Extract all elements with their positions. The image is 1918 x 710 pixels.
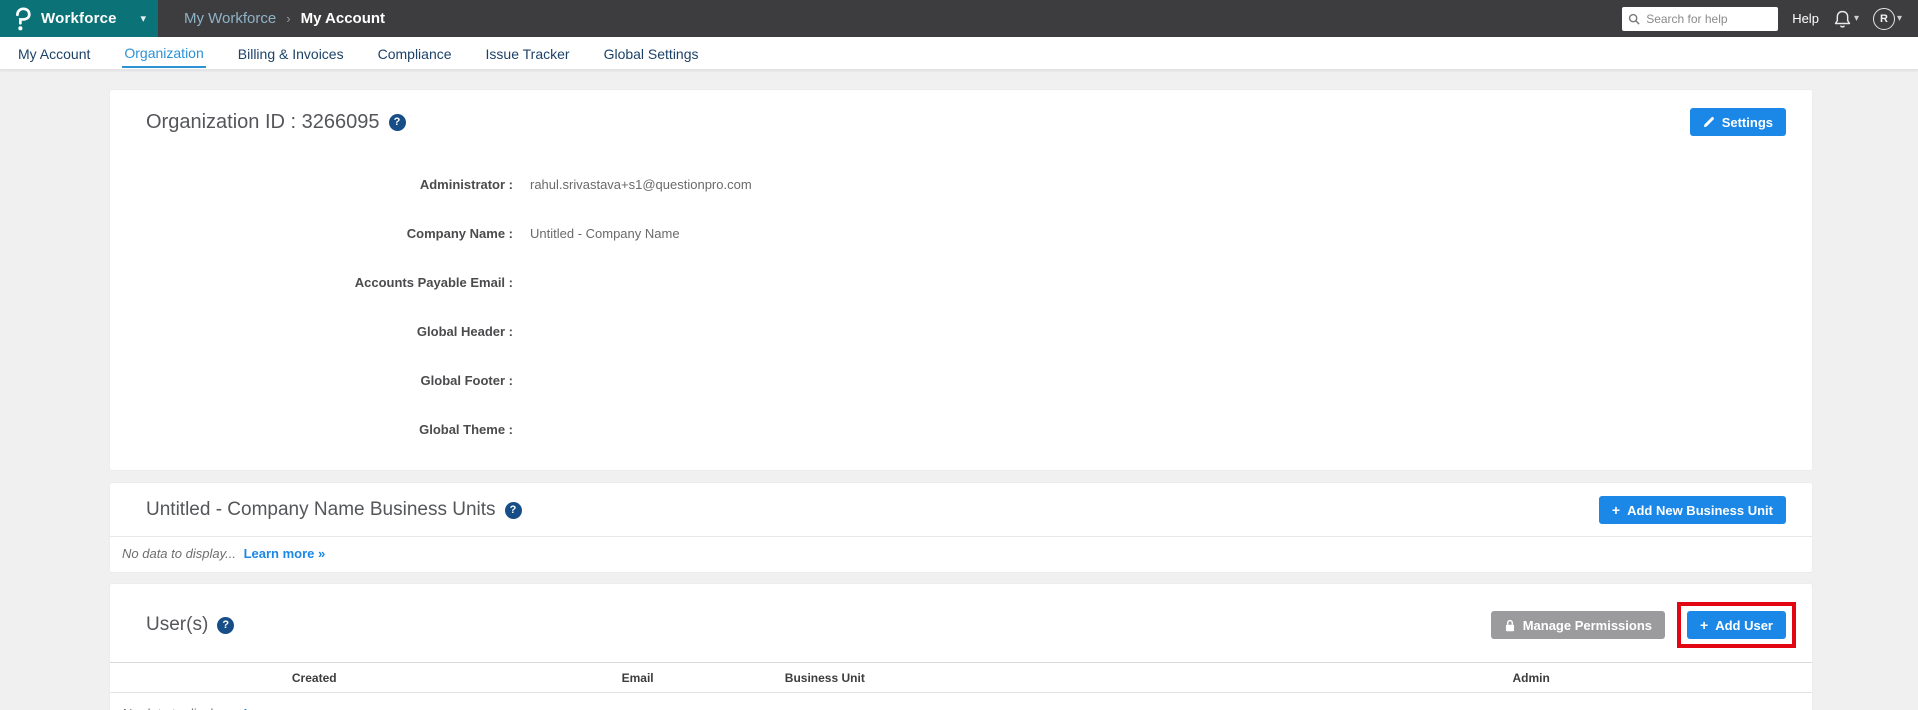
breadcrumb-parent[interactable]: My Workforce (184, 10, 276, 27)
annotation-highlight-box: + Add User (1677, 602, 1796, 648)
field-label: Accounts Payable Email : (354, 275, 513, 290)
tab-billing-invoices[interactable]: Billing & Invoices (236, 39, 346, 67)
organization-title: Organization ID : 3266095 (146, 110, 380, 133)
column-header-email: Email (621, 670, 654, 685)
product-switcher[interactable]: Workforce ▾ (0, 0, 158, 37)
organization-card: Organization ID : 3266095 ? Settings Adm… (110, 90, 1812, 470)
add-user-label: Add User (1715, 617, 1773, 633)
users-table-header: Created Email Business Unit Admin (110, 662, 1812, 693)
organization-form: Administrator : rahul.srivastava+s1@ques… (110, 150, 1812, 454)
tab-global-settings[interactable]: Global Settings (602, 39, 701, 67)
help-icon[interactable]: ? (217, 616, 235, 634)
notifications-button[interactable]: ▾ (1833, 9, 1859, 29)
topnav-right: Help ▾ R ▾ (1622, 0, 1918, 37)
settings-button-label: Settings (1721, 114, 1773, 130)
field-global-footer: Global Footer : (110, 356, 1812, 405)
column-header-created: Created (291, 670, 337, 685)
add-new-business-unit-label: Add New Business Unit (1627, 502, 1773, 518)
tab-compliance[interactable]: Compliance (376, 39, 454, 67)
breadcrumb-separator-icon: › (286, 11, 291, 26)
users-actions: Manage Permissions + Add User (1490, 602, 1796, 648)
chevron-down-icon: ▾ (140, 13, 146, 25)
help-search (1622, 6, 1779, 31)
field-label: Global Header : (416, 324, 513, 339)
field-company-name: Company Name : Untitled - Company Name (110, 209, 1812, 258)
settings-button[interactable]: Settings (1689, 108, 1786, 136)
learn-more-link[interactable]: Learn more » (244, 706, 326, 710)
top-navbar: Workforce ▾ My Workforce › My Account He… (0, 0, 1918, 37)
section-tabbar: My Account Organization Billing & Invoic… (0, 37, 1918, 70)
users-card: User(s) ? Manage Permissions + Add User (110, 584, 1812, 710)
field-accounts-payable-email: Accounts Payable Email : (110, 258, 1812, 307)
tab-organization[interactable]: Organization (122, 38, 206, 68)
search-input[interactable] (1622, 6, 1779, 31)
business-units-card: Untitled - Company Name Business Units ?… (110, 483, 1812, 572)
users-title: User(s) (146, 614, 209, 635)
learn-more-link[interactable]: Learn more » (244, 546, 326, 561)
search-icon (1629, 13, 1640, 25)
help-icon[interactable]: ? (388, 113, 406, 131)
field-global-header: Global Header : (110, 307, 1812, 356)
field-label: Global Theme : (419, 422, 513, 437)
add-user-button[interactable]: + Add User (1687, 611, 1786, 639)
tab-issue-tracker[interactable]: Issue Tracker (484, 39, 572, 67)
pencil-icon (1703, 117, 1714, 128)
avatar: R (1872, 7, 1895, 30)
organization-title-row: Organization ID : 3266095 ? (146, 111, 406, 134)
business-units-empty-row: No data to display... Learn more » (110, 536, 1812, 572)
plus-icon: + (1611, 502, 1621, 518)
account-menu[interactable]: R ▾ (1872, 7, 1902, 30)
plus-icon: + (1700, 617, 1709, 633)
help-link[interactable]: Help (1792, 11, 1819, 26)
page-content: Organization ID : 3266095 ? Settings Adm… (0, 70, 1918, 710)
tab-my-account[interactable]: My Account (16, 39, 92, 67)
business-units-title: Untitled - Company Name Business Units (146, 499, 496, 520)
breadcrumb-current: My Account (300, 10, 386, 27)
business-units-header: Untitled - Company Name Business Units ?… (110, 483, 1812, 536)
field-label: Administrator : (419, 177, 513, 192)
field-administrator: Administrator : rahul.srivastava+s1@ques… (110, 160, 1812, 209)
manage-permissions-button[interactable]: Manage Permissions (1490, 611, 1666, 639)
field-label: Company Name : (406, 226, 513, 241)
add-new-business-unit-button[interactable]: + Add New Business Unit (1598, 496, 1786, 524)
manage-permissions-label: Manage Permissions (1522, 617, 1653, 633)
field-global-theme: Global Theme : (110, 405, 1812, 454)
questionpro-logo-icon (14, 6, 31, 31)
bell-icon (1834, 10, 1851, 28)
column-header-business-unit: Business Unit (784, 670, 865, 685)
field-label: Global Footer : (420, 373, 513, 388)
users-title-row: User(s) ? (146, 614, 235, 636)
no-data-text: No data to display... (122, 706, 236, 710)
help-icon[interactable]: ? (504, 501, 522, 519)
no-data-text: No data to display... (122, 546, 236, 561)
users-header: User(s) ? Manage Permissions + Add User (110, 584, 1812, 662)
business-units-title-row: Untitled - Company Name Business Units ? (146, 499, 522, 521)
lock-icon (1505, 619, 1514, 631)
product-name: Workforce (41, 10, 117, 27)
organization-card-header: Organization ID : 3266095 ? Settings (110, 90, 1812, 150)
breadcrumb: My Workforce › My Account (158, 0, 385, 37)
field-value: rahul.srivastava+s1@questionpro.com (530, 177, 752, 192)
chevron-down-icon: ▾ (1853, 13, 1859, 24)
users-empty-row: No data to display... Learn more » (110, 693, 1812, 710)
column-header-admin: Admin (1512, 670, 1550, 685)
chevron-down-icon: ▾ (1896, 13, 1902, 24)
field-value: Untitled - Company Name (530, 226, 680, 241)
